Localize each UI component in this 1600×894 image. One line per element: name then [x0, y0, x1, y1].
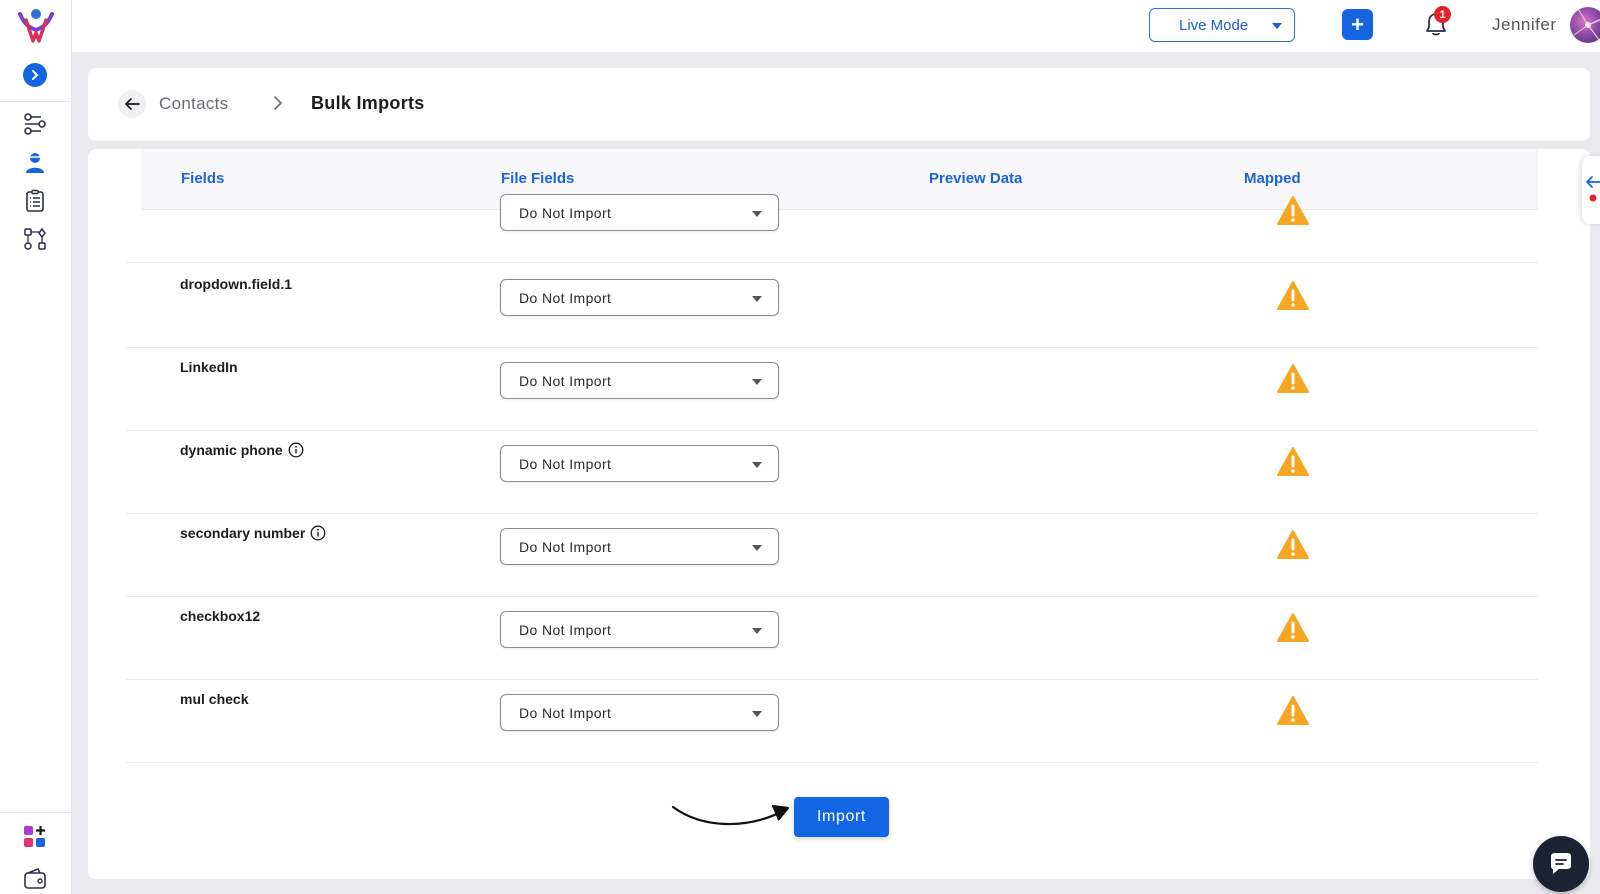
- chevron-down-icon: [752, 296, 762, 302]
- file-field-select[interactable]: Do Not Import: [500, 528, 779, 565]
- brand-logo-icon[interactable]: [17, 8, 55, 44]
- field-name-text: mul check: [180, 691, 249, 707]
- table-row: mul check Do Not Import: [126, 678, 1538, 763]
- chevron-down-icon: [752, 462, 762, 468]
- file-field-select[interactable]: Do Not Import: [500, 445, 779, 482]
- warning-icon: [1277, 530, 1309, 559]
- table-row: secondary number Do Not Import: [126, 512, 1538, 597]
- file-field-select[interactable]: Do Not Import: [500, 611, 779, 648]
- chevron-down-icon: [752, 211, 762, 217]
- warning-icon: [1277, 613, 1309, 642]
- mapping-rows: Do Not Import dropdown.field.1 Do Not Im…: [126, 194, 1538, 879]
- sidebar-item-workflows[interactable]: [22, 111, 48, 137]
- warning-icon: [1277, 447, 1309, 476]
- avatar-image-icon: [1573, 8, 1600, 42]
- file-field-select[interactable]: Do Not Import: [500, 279, 779, 316]
- side-panel-toggle[interactable]: [1582, 156, 1600, 224]
- table-row: checkbox12 Do Not Import: [126, 595, 1538, 680]
- sidebar: [0, 0, 72, 894]
- sidebar-divider: [0, 101, 72, 102]
- warning-icon: [1277, 281, 1309, 310]
- breadcrumb-contacts-link[interactable]: Contacts: [159, 94, 229, 114]
- warning-icon: [1277, 696, 1309, 725]
- field-name: secondary number: [180, 525, 326, 541]
- file-field-select[interactable]: Do Not Import: [500, 694, 779, 731]
- top-bar: Live Mode + 1 Jennifer: [72, 0, 1600, 52]
- file-field-select[interactable]: Do Not Import: [500, 362, 779, 399]
- checklist-icon: [26, 189, 44, 212]
- chevron-down-icon: [752, 379, 762, 385]
- chevron-down-icon: [1272, 23, 1282, 29]
- field-name-text: checkbox12: [180, 608, 261, 624]
- arrow-left-icon: [125, 98, 140, 110]
- apps-icon: [24, 826, 45, 847]
- file-field-select-value: Do Not Import: [519, 455, 612, 472]
- sidebar-expand-button[interactable]: [23, 63, 47, 87]
- table-row: dropdown.field.1 Do Not Import: [126, 263, 1538, 348]
- contacts-icon: [26, 153, 44, 173]
- file-field-select-value: Do Not Import: [519, 372, 612, 389]
- chat-icon: [1551, 853, 1571, 874]
- mode-select[interactable]: Live Mode: [1149, 8, 1295, 42]
- field-name: LinkedIn: [180, 359, 238, 375]
- field-name: dynamic phone: [180, 442, 304, 458]
- file-field-select-value: Do Not Import: [519, 621, 612, 638]
- sidebar-item-wallet[interactable]: [22, 866, 48, 892]
- file-field-select-value: Do Not Import: [519, 289, 612, 306]
- field-name: mul check: [180, 691, 248, 707]
- file-field-select[interactable]: Do Not Import: [500, 194, 779, 231]
- table-row: dynamic phone Do Not Import: [126, 429, 1538, 514]
- sidebar-item-apps[interactable]: [22, 824, 48, 850]
- warning-icon: [1277, 196, 1309, 225]
- sidebar-item-tasks[interactable]: [22, 188, 48, 214]
- table-row: Do Not Import: [126, 178, 1538, 263]
- import-button[interactable]: Import: [794, 797, 889, 837]
- avatar[interactable]: [1570, 7, 1600, 43]
- file-field-select-value: Do Not Import: [519, 204, 612, 221]
- field-name-text: dropdown.field.1: [180, 276, 292, 292]
- page-title: Bulk Imports: [311, 93, 425, 113]
- mode-select-label: Live Mode: [1179, 16, 1249, 34]
- arrow-left-icon: [1586, 176, 1600, 202]
- chevron-down-icon: [752, 628, 762, 634]
- sidebar-divider-bottom: [0, 812, 72, 813]
- field-name: checkbox12: [180, 608, 260, 624]
- chevron-right-icon: [274, 96, 283, 110]
- table-row: LinkedIn Do Not Import: [126, 346, 1538, 431]
- user-name[interactable]: Jennifer: [1492, 15, 1556, 35]
- annotation-arrow-icon: [671, 804, 790, 826]
- warning-icon: [1277, 364, 1309, 393]
- field-mapping-panel: Fields File Fields Preview Data Mapped D…: [88, 149, 1590, 879]
- breadcrumb: Contacts Bulk Imports: [88, 68, 1590, 141]
- add-button[interactable]: +: [1342, 9, 1373, 40]
- file-field-select-value: Do Not Import: [519, 704, 612, 721]
- field-name-text: LinkedIn: [180, 359, 238, 375]
- sidebar-item-contacts[interactable]: [22, 150, 48, 176]
- chevron-down-icon: [752, 711, 762, 717]
- file-field-select-value: Do Not Import: [519, 538, 612, 555]
- field-name-text: dynamic phone: [180, 442, 283, 458]
- chevron-right-icon: [32, 70, 39, 80]
- wallet-icon: [24, 868, 46, 889]
- info-icon[interactable]: [288, 442, 304, 458]
- field-name-text: secondary number: [180, 525, 306, 541]
- chevron-down-icon: [752, 545, 762, 551]
- back-button[interactable]: [118, 90, 146, 118]
- notification-badge: 1: [1434, 6, 1451, 23]
- automation-icon: [24, 227, 46, 250]
- sidebar-item-automation[interactable]: [22, 226, 48, 252]
- field-name: dropdown.field.1: [180, 276, 292, 292]
- chat-button[interactable]: [1533, 836, 1589, 892]
- info-icon[interactable]: [310, 525, 326, 541]
- workflow-icon: [24, 113, 46, 135]
